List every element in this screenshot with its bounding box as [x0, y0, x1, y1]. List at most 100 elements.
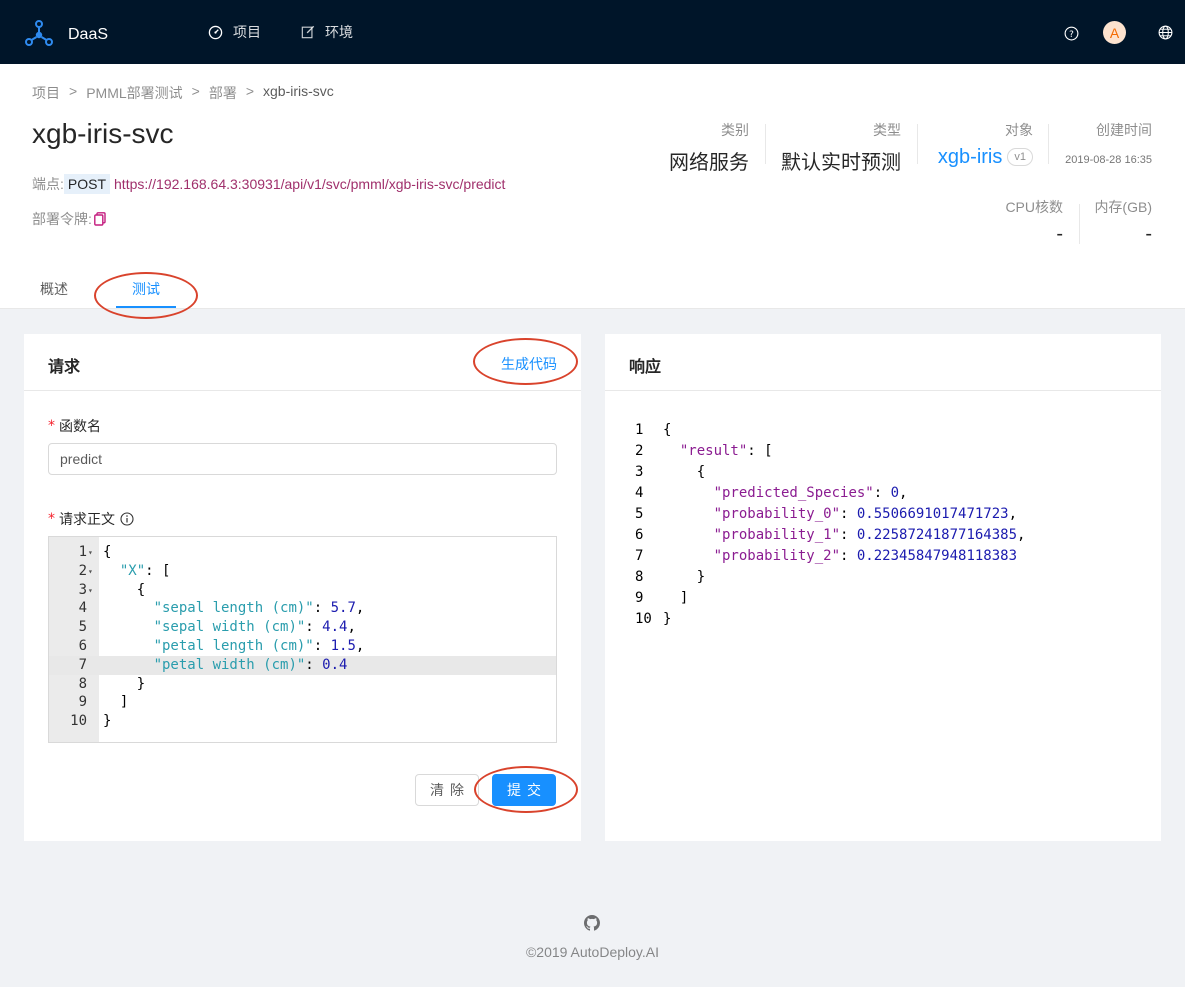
stat-label: 类别	[721, 122, 749, 138]
code-text: }	[103, 713, 112, 730]
editor-line[interactable]: 9 ]	[49, 693, 556, 712]
logo-icon	[24, 18, 54, 51]
info-icon[interactable]	[120, 512, 134, 526]
code-text: }	[663, 611, 672, 627]
editor-line[interactable]: 4 "sepal length (cm)": 5.7,	[49, 599, 556, 618]
tab-active-indicator	[116, 306, 176, 308]
stat-category: 类别 网络服务	[669, 120, 749, 175]
generate-code-link[interactable]: 生成代码	[501, 354, 557, 374]
code-text: {	[663, 422, 672, 438]
editor-line[interactable]: 2 ▾ "X": [	[49, 562, 556, 581]
dashboard-icon	[208, 25, 223, 40]
request-card: 请求 生成代码 *函数名 *请求正文 1▾{2▾ "X": [3▾ {4 "se…	[24, 334, 581, 841]
line-number: 9	[78, 694, 87, 711]
line-number: 8	[78, 675, 87, 692]
nav-item-projects[interactable]: 项目	[208, 0, 261, 64]
response-card: 响应 1 {2 "result": [3 {4 "predicted_Specie…	[605, 334, 1161, 841]
card-title: 响应	[629, 359, 662, 376]
code-text: "sepal length (cm)": 5.7,	[153, 600, 365, 617]
code-text: "sepal width (cm)": 4.4,	[153, 619, 356, 636]
editor-line[interactable]: 7 "petal width (cm)": 0.4	[49, 655, 556, 675]
required-mark: *	[48, 511, 55, 527]
help-icon[interactable]: ?	[1064, 26, 1079, 41]
clear-button[interactable]: 清除	[415, 774, 479, 806]
code-text: ]	[103, 694, 129, 711]
line-number: 10	[635, 611, 652, 627]
stat-label: 对象	[1005, 122, 1033, 138]
stat-label: 创建时间	[1096, 122, 1152, 138]
stat-value: 网络服务	[669, 152, 749, 174]
endpoint-url[interactable]: https://192.168.64.3:30931/api/v1/svc/pm…	[114, 176, 505, 192]
code-text: "probability_0": 0.5506691017471723,	[713, 506, 1018, 522]
code-editor[interactable]: 1 ▾{2 ▾ "X": [3 ▾ {4 "sepal length (cm)": 5…	[48, 536, 557, 743]
stat-value: 默认实时预测	[781, 152, 901, 174]
function-name-input[interactable]	[48, 443, 557, 475]
editor-line[interactable]: 5 "sepal width (cm)": 4.4,	[49, 618, 556, 637]
code-text: "predicted_Species": 0,	[713, 485, 908, 501]
page-header: 项目 > PMML部署测试 > 部署 > xgb-iris-svc xgb-ir…	[0, 64, 1185, 309]
required-mark: *	[48, 418, 55, 434]
http-method: POST	[63, 174, 111, 194]
breadcrumb-separator: >	[191, 83, 200, 99]
stat-label: CPU核数	[1005, 199, 1063, 215]
deploy-token-label: 部署令牌:	[32, 211, 92, 227]
version-badge: v1	[1007, 148, 1033, 166]
code-text: }	[103, 675, 146, 692]
stat-value: -	[1145, 223, 1152, 245]
editor-line[interactable]: 3 ▾ {	[49, 581, 556, 600]
github-icon[interactable]	[584, 915, 600, 934]
line-number: 6	[78, 638, 87, 654]
stat-object: 对象 xgb-iris v1	[938, 120, 1033, 169]
globe-icon[interactable]	[1158, 25, 1173, 40]
stat-created: 创建时间 2019-08-28 16:35	[1065, 120, 1152, 166]
code-text: ]	[663, 590, 689, 606]
avatar[interactable]: A	[1103, 21, 1126, 44]
fold-arrow-icon[interactable]: ▾	[88, 563, 93, 582]
line-number: 1	[78, 544, 87, 560]
copy-icon[interactable]	[93, 212, 106, 226]
page-title: xgb-iris-svc	[32, 118, 174, 149]
object-link[interactable]: xgb-iris	[938, 146, 1002, 168]
nav-item-environments[interactable]: 环境	[301, 0, 353, 64]
breadcrumb-separator: >	[245, 83, 255, 99]
svg-text:?: ?	[1069, 30, 1074, 40]
breadcrumb: 项目 > PMML部署测试 > 部署 > xgb-iris-svc	[32, 83, 334, 103]
breadcrumb-item[interactable]: 部署	[209, 83, 237, 103]
editor-line[interactable]: 1 ▾ {	[49, 543, 556, 562]
code-text: "X": [	[119, 562, 171, 579]
nav-item-label: 环境	[325, 24, 353, 40]
divider	[765, 124, 766, 164]
stat-label: 内存(GB)	[1094, 199, 1152, 215]
editor-line[interactable]: 10}	[49, 712, 556, 731]
code-text: {	[103, 581, 146, 598]
brand-name: DaaS	[68, 25, 109, 43]
line-number: 4	[635, 485, 644, 501]
brand[interactable]: DaaS	[24, 18, 108, 51]
breadcrumb-item[interactable]: 项目	[32, 83, 60, 103]
function-name-label: * 函数名	[48, 416, 101, 436]
editor-line[interactable]: 6 "petal length (cm)": 1.5,	[49, 637, 556, 656]
stat-memory: 内存(GB) -	[1094, 197, 1152, 246]
fold-arrow-icon[interactable]: ▾	[88, 544, 93, 563]
divider	[1079, 204, 1080, 244]
fold-arrow-icon[interactable]: ▾	[88, 582, 93, 601]
stat-cpu: CPU核数 -	[1005, 197, 1063, 246]
line-number: 3	[78, 581, 87, 598]
line-number: 7	[635, 548, 644, 564]
nav-item-label: 项目	[233, 24, 261, 40]
line-number: 7	[78, 656, 87, 673]
tab-test[interactable]: 测试	[132, 279, 160, 299]
card-header: 请求 生成代码	[24, 334, 581, 391]
breadcrumb-item[interactable]: PMML部署测试	[86, 83, 182, 103]
divider	[917, 124, 918, 164]
line-number: 2	[78, 562, 87, 579]
editor-line[interactable]: 8 }	[49, 675, 556, 694]
submit-button[interactable]: 提交	[492, 774, 556, 806]
tab-overview[interactable]: 概述	[40, 279, 68, 299]
breadcrumb-current: xgb-iris-svc	[263, 83, 334, 99]
line-number: 5	[78, 619, 87, 636]
card-header: 响应	[605, 334, 1161, 391]
breadcrumb-separator: >	[69, 83, 78, 99]
top-navbar: DaaS 项目 环境 ? A	[0, 0, 1185, 64]
line-number: 6	[635, 527, 644, 543]
